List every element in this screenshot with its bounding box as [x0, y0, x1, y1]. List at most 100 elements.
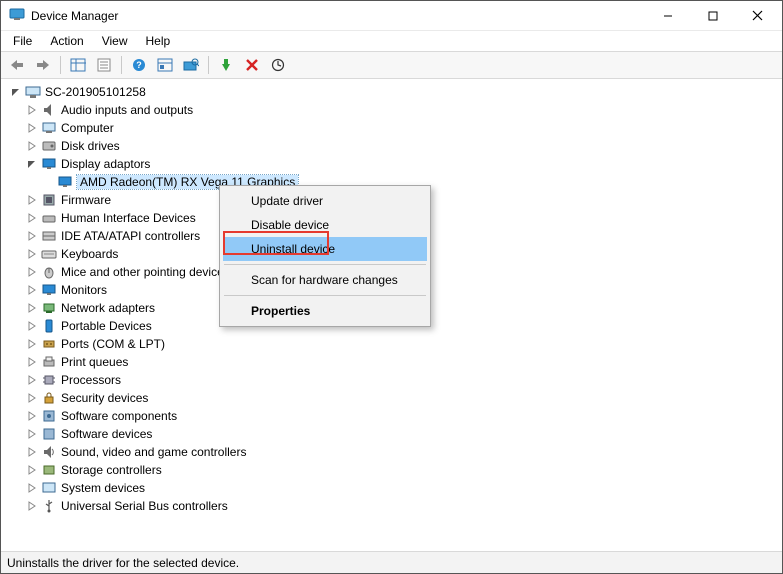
collapse-arrow-icon[interactable]	[25, 427, 39, 441]
tree-node-label: Computer	[61, 121, 114, 135]
tree-node-label: Firmware	[61, 193, 111, 207]
collapse-arrow-icon[interactable]	[25, 319, 39, 333]
tree-node-display[interactable]: Display adaptors	[3, 155, 780, 173]
menu-help[interactable]: Help	[138, 32, 179, 50]
tree-node-label: IDE ATA/ATAPI controllers	[61, 229, 200, 243]
ctx-uninstall-device[interactable]: Uninstall device	[223, 237, 427, 261]
tree-node-swcomp[interactable]: Software components	[3, 407, 780, 425]
menu-action[interactable]: Action	[42, 32, 91, 50]
collapse-arrow-icon[interactable]	[25, 481, 39, 495]
collapse-arrow-icon[interactable]	[25, 229, 39, 243]
menu-file[interactable]: File	[5, 32, 40, 50]
tree-node-sound[interactable]: Sound, video and game controllers	[3, 443, 780, 461]
properties-button[interactable]	[92, 53, 116, 77]
enable-device-button[interactable]	[214, 53, 238, 77]
tree-node-security[interactable]: Security devices	[3, 389, 780, 407]
device-tree[interactable]: SC-201905101258 Audio inputs and outputs…	[1, 79, 782, 551]
minimize-button[interactable]	[645, 1, 690, 30]
collapse-arrow-icon[interactable]	[25, 355, 39, 369]
tree-node-printq[interactable]: Print queues	[3, 353, 780, 371]
uninstall-device-button[interactable]	[240, 53, 264, 77]
back-button[interactable]	[5, 53, 29, 77]
tree-node-disk[interactable]: Disk drives	[3, 137, 780, 155]
expand-arrow-icon[interactable]	[25, 157, 39, 171]
security-icon	[41, 390, 57, 406]
tree-node-usb[interactable]: Universal Serial Bus controllers	[3, 497, 780, 515]
statusbar: Uninstalls the driver for the selected d…	[1, 551, 782, 573]
collapse-arrow-icon[interactable]	[25, 337, 39, 351]
tree-root-label: SC-201905101258	[45, 85, 146, 99]
tree-node-label: Keyboards	[61, 247, 118, 261]
hid-icon	[41, 210, 57, 226]
sound-icon	[41, 444, 57, 460]
tree-node-storage[interactable]: Storage controllers	[3, 461, 780, 479]
statusbar-text: Uninstalls the driver for the selected d…	[7, 556, 239, 570]
tree-root[interactable]: SC-201905101258	[3, 83, 780, 101]
help-button[interactable]: ?	[127, 53, 151, 77]
tree-node-label: Security devices	[61, 391, 148, 405]
mouse-icon	[41, 264, 57, 280]
portable-icon	[41, 318, 57, 334]
tree-node-ports[interactable]: Ports (COM & LPT)	[3, 335, 780, 353]
expand-arrow-icon[interactable]	[9, 85, 23, 99]
collapse-arrow-icon[interactable]	[25, 211, 39, 225]
collapse-arrow-icon[interactable]	[25, 265, 39, 279]
monitor-icon	[41, 282, 57, 298]
toolbar: ?	[1, 51, 782, 79]
forward-button[interactable]	[31, 53, 55, 77]
tree-node-swdev[interactable]: Software devices	[3, 425, 780, 443]
tree-node-label: Network adapters	[61, 301, 155, 315]
disk-icon	[41, 138, 57, 154]
ctx-disable-device[interactable]: Disable device	[223, 213, 427, 237]
collapse-arrow-icon[interactable]	[25, 391, 39, 405]
computer-icon	[25, 84, 41, 100]
keyboard-icon	[41, 246, 57, 262]
tree-node-processors[interactable]: Processors	[3, 371, 780, 389]
collapse-arrow-icon[interactable]	[25, 139, 39, 153]
menu-view[interactable]: View	[94, 32, 136, 50]
tree-node-label: Audio inputs and outputs	[61, 103, 193, 117]
tree-node-label: Processors	[61, 373, 121, 387]
app-icon	[9, 6, 25, 25]
collapse-arrow-icon[interactable]	[25, 121, 39, 135]
tree-node-label: Human Interface Devices	[61, 211, 196, 225]
collapse-arrow-icon[interactable]	[25, 499, 39, 513]
ctx-properties[interactable]: Properties	[223, 299, 427, 323]
tree-node-label: Portable Devices	[61, 319, 152, 333]
ctx-update-driver[interactable]: Update driver	[223, 189, 427, 213]
tree-node-label: Disk drives	[61, 139, 120, 153]
tree-node-label: Storage controllers	[61, 463, 162, 477]
collapse-arrow-icon[interactable]	[25, 445, 39, 459]
tree-node-computer[interactable]: Computer	[3, 119, 780, 137]
close-button[interactable]	[735, 1, 780, 30]
display-icon	[57, 174, 73, 190]
update-driver-button[interactable]	[266, 53, 290, 77]
titlebar: Device Manager	[1, 1, 782, 31]
maximize-button[interactable]	[690, 1, 735, 30]
collapse-arrow-icon[interactable]	[25, 193, 39, 207]
tree-node-label: Mice and other pointing devices	[61, 265, 230, 279]
collapse-arrow-icon[interactable]	[25, 373, 39, 387]
printer-icon	[41, 354, 57, 370]
collapse-arrow-icon[interactable]	[25, 247, 39, 261]
scan-hardware-button[interactable]	[179, 53, 203, 77]
collapse-arrow-icon[interactable]	[25, 283, 39, 297]
toolbar-separator	[208, 56, 209, 74]
storage-icon	[41, 462, 57, 478]
device-manager-window: Device Manager File Action View Help ?	[0, 0, 783, 574]
toolbar-separator	[121, 56, 122, 74]
tree-node-system[interactable]: System devices	[3, 479, 780, 497]
tree-node-audio[interactable]: Audio inputs and outputs	[3, 101, 780, 119]
show-hide-console-button[interactable]	[66, 53, 90, 77]
action-button[interactable]	[153, 53, 177, 77]
collapse-arrow-icon[interactable]	[25, 463, 39, 477]
collapse-arrow-icon[interactable]	[25, 409, 39, 423]
ctx-scan-hardware[interactable]: Scan for hardware changes	[223, 268, 427, 292]
tree-node-label: Universal Serial Bus controllers	[61, 499, 228, 513]
collapse-arrow-icon[interactable]	[25, 103, 39, 117]
tree-node-label: Software components	[61, 409, 177, 423]
collapse-arrow-icon[interactable]	[25, 301, 39, 315]
toolbar-separator	[60, 56, 61, 74]
system-icon	[41, 480, 57, 496]
port-icon	[41, 336, 57, 352]
